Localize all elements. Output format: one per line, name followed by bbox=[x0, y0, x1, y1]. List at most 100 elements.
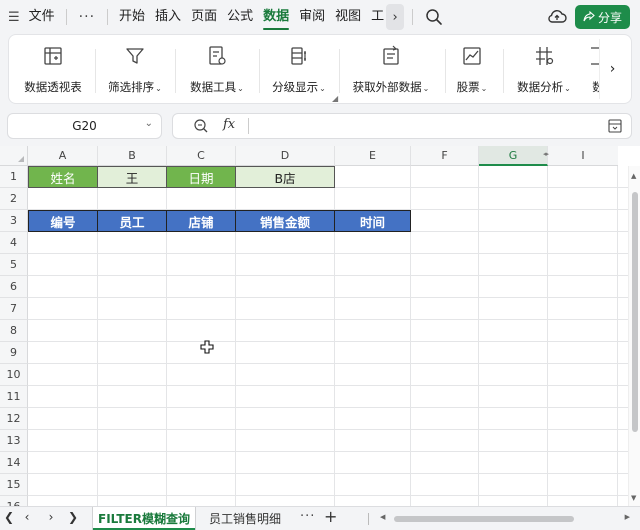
chevron-down-icon: ⌄ bbox=[422, 84, 430, 93]
data-analysis-label: 数据分析 bbox=[517, 80, 564, 94]
ribbon-expand-icon[interactable]: ◢ bbox=[332, 94, 338, 103]
horizontal-scrollbar[interactable]: ◀ ▶ bbox=[368, 513, 630, 525]
menu-more-button[interactable]: ··· bbox=[73, 9, 101, 25]
row-header-5[interactable]: 5 bbox=[0, 254, 28, 276]
row-header-2[interactable]: 2 bbox=[0, 188, 28, 210]
formula-divider bbox=[248, 118, 249, 134]
cell-a1[interactable]: 姓名 bbox=[28, 166, 98, 188]
row-header-9[interactable]: 9 bbox=[0, 342, 28, 364]
row-header-11[interactable]: 11 bbox=[0, 386, 28, 408]
chevron-down-icon: ⌄ bbox=[319, 84, 326, 93]
row-header-14[interactable]: 14 bbox=[0, 452, 28, 474]
menu-formula[interactable]: 公式 bbox=[222, 0, 258, 34]
chevron-down-icon: ⌄ bbox=[564, 84, 571, 93]
cloud-sync-icon[interactable] bbox=[546, 7, 568, 27]
grid-line bbox=[28, 275, 628, 276]
row-header-10[interactable]: 10 bbox=[0, 364, 28, 386]
select-all-corner[interactable] bbox=[0, 146, 28, 166]
chevron-down-icon[interactable]: ⌄ bbox=[145, 118, 153, 129]
data-tools-icon bbox=[209, 46, 226, 65]
menu-file[interactable]: 文件 bbox=[24, 0, 60, 34]
first-sheet-icon[interactable]: ❮ bbox=[2, 510, 16, 524]
column-header-f[interactable]: F bbox=[411, 146, 479, 166]
external-data-button[interactable]: 获取外部数据⌄ bbox=[345, 35, 437, 103]
column-header-b[interactable]: B bbox=[98, 146, 167, 166]
menu-review[interactable]: 审阅 bbox=[294, 0, 330, 34]
scroll-down-icon[interactable]: ▼ bbox=[631, 494, 636, 502]
grid-line bbox=[28, 297, 628, 298]
ribbon-divider bbox=[339, 49, 340, 93]
scrollbar-thumb[interactable] bbox=[632, 192, 638, 432]
zoom-formula-icon[interactable] bbox=[193, 118, 209, 134]
hamburger-icon[interactable]: ☰ bbox=[8, 10, 20, 25]
data-tools-button[interactable]: 数据工具⌄ bbox=[183, 35, 251, 103]
share-icon bbox=[583, 11, 595, 22]
row-header-16[interactable]: 16 bbox=[0, 496, 28, 506]
cell-c3[interactable]: 店铺 bbox=[166, 210, 236, 232]
cell-d1[interactable]: B店 bbox=[235, 166, 335, 188]
search-icon[interactable] bbox=[424, 7, 444, 27]
name-box[interactable]: G20 ⌄ bbox=[7, 113, 162, 139]
row-header-3[interactable]: 3 bbox=[0, 210, 28, 232]
next-sheet-icon[interactable]: › bbox=[44, 510, 58, 524]
scrollbar-thumb[interactable] bbox=[394, 516, 574, 522]
grid-line bbox=[478, 166, 479, 506]
menu-scroll-right-button[interactable]: › bbox=[386, 4, 405, 30]
row-header-15[interactable]: 15 bbox=[0, 474, 28, 496]
last-sheet-icon[interactable]: ❯ bbox=[66, 510, 80, 524]
menu-insert[interactable]: 插入 bbox=[150, 0, 186, 34]
menu-view[interactable]: 视图 bbox=[330, 0, 366, 34]
row-header-8[interactable]: 8 bbox=[0, 320, 28, 342]
pivot-table-icon bbox=[44, 47, 62, 65]
grid-line bbox=[547, 166, 548, 506]
formula-input[interactable]: fx bbox=[172, 113, 632, 139]
vertical-scrollbar[interactable]: ▲ ▼ bbox=[628, 166, 640, 506]
fx-button[interactable]: fx bbox=[223, 117, 235, 132]
outline-button[interactable]: 分级显示⌄ bbox=[265, 35, 333, 103]
cell-e3[interactable]: 时间 bbox=[334, 210, 411, 232]
row-header-7[interactable]: 7 bbox=[0, 298, 28, 320]
column-resize-icon[interactable]: ◂▸ bbox=[543, 150, 549, 158]
stock-button[interactable]: 股票⌄ bbox=[449, 35, 495, 103]
cell-a3[interactable]: 编号 bbox=[28, 210, 98, 232]
cell-b3[interactable]: 员工 bbox=[97, 210, 167, 232]
cell-b1[interactable]: 王 bbox=[97, 166, 167, 188]
pivot-table-button[interactable]: 数据透视表 bbox=[19, 35, 87, 103]
column-header-i[interactable]: I bbox=[548, 146, 618, 166]
column-header-a[interactable]: A bbox=[28, 146, 98, 166]
row-header-1[interactable]: 1 bbox=[0, 166, 28, 188]
prev-sheet-icon[interactable]: ‹ bbox=[20, 510, 34, 524]
menu-data[interactable]: 数据 bbox=[258, 0, 294, 34]
more-sheets-button[interactable]: ··· bbox=[300, 509, 315, 524]
tab-employee-sales-detail[interactable]: 员工销售明细 bbox=[200, 507, 290, 530]
expand-formula-icon[interactable] bbox=[607, 118, 623, 134]
row-header-13[interactable]: 13 bbox=[0, 430, 28, 452]
menu-page[interactable]: 页面 bbox=[186, 0, 222, 34]
ribbon-divider bbox=[445, 49, 446, 93]
cell-d3[interactable]: 销售金额 bbox=[235, 210, 335, 232]
scroll-right-icon[interactable]: ▶ bbox=[625, 513, 630, 521]
external-data-label: 获取外部数据 bbox=[352, 80, 422, 94]
menu-home[interactable]: 开始 bbox=[114, 0, 150, 34]
filter-sort-button[interactable]: 筛选排序⌄ bbox=[103, 35, 167, 103]
row-header-4[interactable]: 4 bbox=[0, 232, 28, 254]
scrollbar-divider bbox=[368, 513, 369, 525]
menu-tools[interactable]: 工 bbox=[366, 0, 384, 34]
row-header-12[interactable]: 12 bbox=[0, 408, 28, 430]
column-header-c[interactable]: C bbox=[167, 146, 236, 166]
column-header-g[interactable]: G bbox=[479, 146, 548, 166]
data-analysis-button[interactable]: 数据分析⌄ bbox=[507, 35, 581, 103]
add-sheet-button[interactable]: + bbox=[324, 507, 337, 526]
scroll-left-icon[interactable]: ◀ bbox=[380, 513, 385, 521]
chevron-down-icon: ⌄ bbox=[480, 84, 488, 93]
cell-c1[interactable]: 日期 bbox=[166, 166, 236, 188]
row-header-6[interactable]: 6 bbox=[0, 276, 28, 298]
column-header-d[interactable]: D bbox=[236, 146, 335, 166]
spreadsheet-grid[interactable]: A B C D E F G I ◂▸ 1 2 3 4 5 6 7 8 9 10 … bbox=[0, 146, 640, 506]
ribbon-divider bbox=[95, 49, 96, 93]
column-header-e[interactable]: E bbox=[335, 146, 411, 166]
scroll-up-icon[interactable]: ▲ bbox=[631, 172, 636, 180]
ribbon-scroll-right-button[interactable]: › bbox=[599, 39, 625, 99]
share-button[interactable]: 分享 bbox=[575, 5, 630, 29]
tab-filter-fuzzy-query[interactable]: FILTER模糊查询 bbox=[92, 507, 196, 530]
